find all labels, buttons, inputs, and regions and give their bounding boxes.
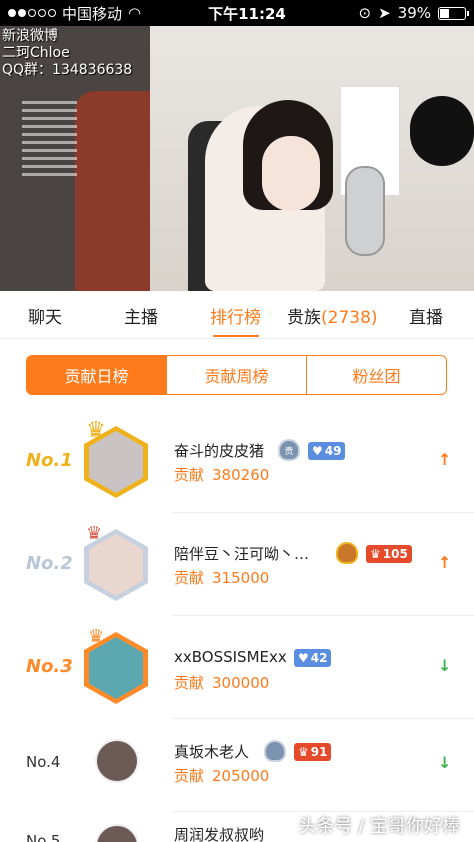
contribution: 贡献 205000: [174, 765, 269, 786]
level-badge-icon: ♥: [312, 444, 323, 458]
watermark: 头条号 / 宝哥你好棒: [298, 816, 460, 837]
rank-label: No.2: [26, 553, 73, 574]
user-name: 奋斗的皮皮猪: [174, 442, 265, 460]
contribution-label: 贡献: [174, 569, 205, 587]
level-badge: ♥ 49: [308, 442, 346, 460]
rotation-lock-icon: ⊙: [358, 4, 372, 22]
tab-active-indicator: [213, 335, 259, 337]
rank-label: No.5: [26, 832, 61, 842]
status-left: 中国移动 ◠: [8, 3, 178, 24]
segment-fan-club[interactable]: 粉丝团: [306, 356, 446, 394]
ranking-row[interactable]: No.3 ♛ xxBOSSISMExx ♥ 42 贡献 300000 ↓: [0, 616, 474, 719]
avatar: [95, 824, 139, 842]
location-icon: ➤: [378, 4, 391, 22]
user-name: xxBOSSISMExx: [174, 648, 287, 666]
crown-icon: ♛: [86, 418, 106, 443]
contribution: 贡献 300000: [174, 672, 269, 693]
status-right: ⊙ ➤ 39%: [316, 4, 469, 22]
contribution-label: 贡献: [174, 466, 205, 484]
rank-shield-icon: [336, 542, 358, 564]
contribution-value: 315000: [212, 569, 270, 587]
tab-nobility-label: 贵族: [287, 308, 321, 328]
overlay-line: 新浪微博: [2, 28, 58, 44]
wifi-icon: ◠: [128, 4, 142, 22]
contribution-label: 贡献: [174, 674, 205, 692]
user-name: 周润发叔叔哟: [174, 826, 265, 842]
battery-icon: [438, 6, 469, 20]
live-video[interactable]: 新浪微博 二珂Chloe QQ群：134836638: [0, 26, 474, 291]
avatar: [95, 739, 139, 783]
tab-ranking[interactable]: 排行榜: [210, 303, 261, 328]
tab-host[interactable]: 主播: [124, 303, 158, 328]
trend-up-icon: ↑: [438, 450, 452, 469]
tab-nobility[interactable]: 贵族(2738): [287, 303, 378, 328]
rank-label: No.4: [26, 753, 61, 771]
status-bar: 中国移动 ◠ 下午11:24 ⊙ ➤ 39%: [0, 0, 474, 26]
tab-nobility-count: (2738): [321, 308, 378, 328]
user-name: 陪伴豆丶汪可呦丶…: [174, 545, 310, 563]
video-chat-scroll: [22, 96, 77, 181]
rank-label: No.1: [26, 450, 73, 471]
ranking-row[interactable]: No.2 ♛ 陪伴豆丶汪可呦丶… ♛ 105 贡献 315000 ↑: [0, 513, 474, 616]
tab-bar: 聊天 主播 排行榜 贵族(2738) 直播: [0, 291, 474, 339]
contribution-value: 380260: [212, 466, 270, 484]
level-badge: ♛ 91: [294, 743, 332, 761]
ranking-row[interactable]: No.4 真坂木老人 ♛ 91 贡献 205000 ↓: [0, 719, 474, 812]
trend-up-icon: ↑: [438, 553, 452, 572]
trend-down-icon: ↓: [438, 656, 452, 675]
tab-live[interactable]: 直播: [409, 303, 443, 328]
battery-percent: 39%: [397, 4, 431, 22]
contribution: 贡献 315000: [174, 567, 269, 588]
level-badge: ♛ 105: [366, 545, 412, 563]
crown-icon: ♛: [86, 523, 103, 544]
level-badge-icon: ♥: [298, 651, 309, 665]
level-badge: ♥ 42: [294, 649, 332, 667]
level-value: 91: [310, 745, 328, 759]
rank-shield-icon: 贵: [278, 439, 300, 461]
trend-down-icon: ↓: [438, 753, 452, 772]
level-value: 42: [310, 651, 328, 665]
level-value: 105: [382, 547, 408, 561]
signal-icon: [8, 9, 56, 17]
contribution-label: 贡献: [174, 767, 205, 785]
level-value: 49: [324, 444, 342, 458]
carrier-label: 中国移动: [62, 4, 123, 23]
contribution-value: 205000: [212, 767, 270, 785]
video-bear-toy: [410, 96, 474, 166]
video-microphone: [345, 166, 385, 256]
status-time: 下午11:24: [208, 4, 286, 23]
overlay-line: QQ群：134836638: [2, 62, 133, 78]
video-bg-shape: [75, 91, 150, 291]
overlay-line: 二珂Chloe: [2, 45, 70, 61]
segment-weekly[interactable]: 贡献周榜: [166, 356, 306, 394]
user-name: 真坂木老人: [174, 743, 250, 761]
video-streamer-face: [262, 136, 320, 211]
level-badge-icon: ♛: [370, 547, 381, 561]
level-badge-icon: ♛: [298, 745, 309, 759]
ranking-row[interactable]: No.1 ♛ 奋斗的皮皮猪 贵 ♥ 49 贡献 380260 ↑: [0, 410, 474, 513]
contribution-value: 300000: [212, 674, 270, 692]
rank-label: No.3: [26, 656, 73, 677]
segment-daily[interactable]: 贡献日榜: [27, 356, 166, 394]
tab-chat[interactable]: 聊天: [28, 303, 62, 328]
battery-fill: [440, 8, 450, 18]
contribution: 贡献 380260: [174, 464, 269, 485]
crown-icon: ♛: [88, 626, 105, 647]
rank-shield-icon: [264, 740, 286, 762]
ranking-segmented-control: 贡献日榜 贡献周榜 粉丝团: [26, 355, 447, 395]
video-overlay-text: 新浪微博 二珂Chloe QQ群：134836638: [2, 28, 132, 79]
